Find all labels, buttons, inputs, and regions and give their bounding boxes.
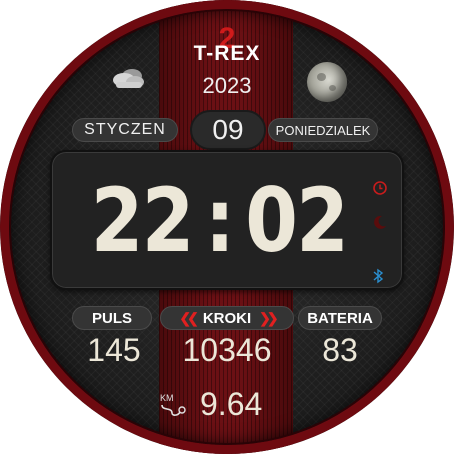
watch-face: 2 T-REX 2023 STYCZEN PONIEDZIALEK 09 22 … bbox=[0, 0, 454, 454]
moon-phase-icon[interactable] bbox=[307, 62, 347, 102]
weekday-label: PONIEDZIALEK bbox=[268, 118, 378, 142]
cloudy-weather-icon[interactable] bbox=[110, 66, 148, 92]
steps-value[interactable]: 10346 bbox=[160, 332, 294, 369]
brand-name: T-REX bbox=[193, 42, 261, 65]
night-mode-icon[interactable] bbox=[372, 214, 388, 230]
year: 2023 bbox=[202, 73, 252, 98]
chevron-left-icon: ❮❮ bbox=[179, 309, 199, 326]
pulse-label: PULS bbox=[72, 306, 152, 330]
time-minutes: 02 bbox=[245, 168, 349, 272]
steps-label-pill: ❮❮ KROKI ❯❯ bbox=[160, 306, 294, 330]
svg-text:KM: KM bbox=[160, 393, 174, 403]
time-separator: : bbox=[204, 168, 235, 272]
pulse-value[interactable]: 145 bbox=[72, 332, 156, 369]
battery-label: BATERIA bbox=[298, 306, 382, 330]
bluetooth-icon[interactable] bbox=[372, 268, 384, 284]
day-of-month[interactable]: 09 bbox=[190, 110, 266, 150]
battery-value[interactable]: 83 bbox=[298, 332, 382, 369]
digital-time: 22 : 02 bbox=[77, 150, 361, 290]
alarm-icon[interactable] bbox=[372, 180, 388, 196]
chevron-right-icon: ❯❯ bbox=[259, 309, 279, 326]
distance-value[interactable]: 9.64 bbox=[200, 386, 262, 423]
month-label: STYCZEN bbox=[72, 118, 178, 142]
steps-label: KROKI bbox=[202, 309, 252, 327]
distance-icon: KM bbox=[160, 393, 186, 416]
time-hours: 22 bbox=[90, 168, 195, 272]
